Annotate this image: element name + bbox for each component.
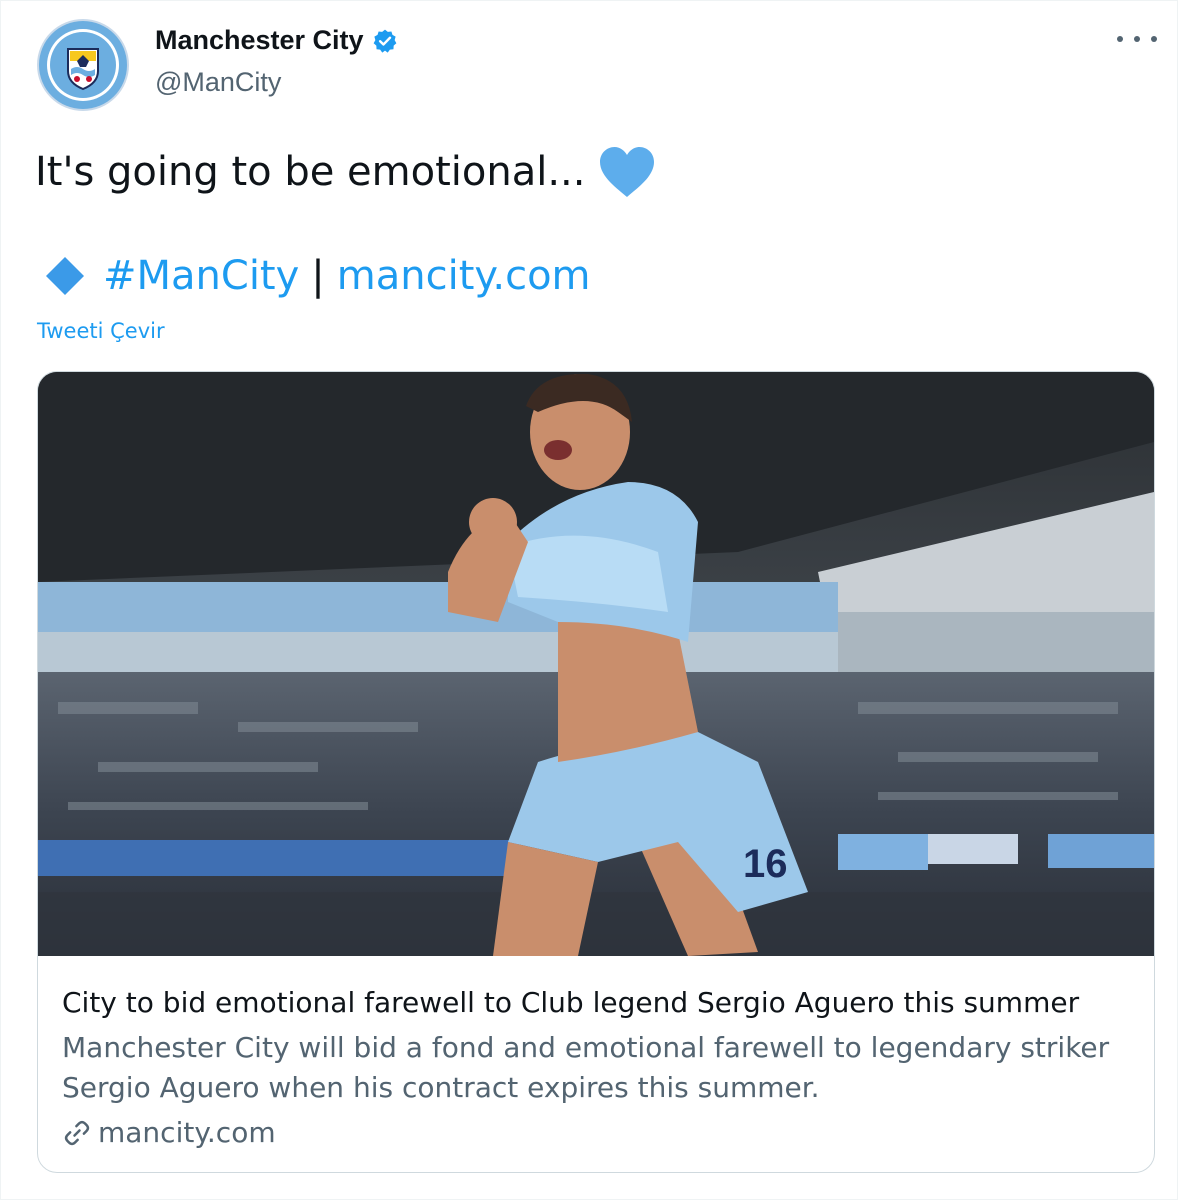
card-text-block[interactable]: City to bid emotional farewell to Club l… [62, 984, 1142, 1149]
author-name-row[interactable]: Manchester City [155, 25, 398, 56]
tweet-links-row: #ManCity | mancity.com [37, 253, 591, 299]
link-preview-card[interactable]: 16 City to bid emotional farewell to Clu… [37, 371, 1155, 1173]
card-title[interactable]: City to bid emotional farewell to Club l… [62, 984, 1142, 1022]
card-description[interactable]: Manchester City will bid a fond and emot… [62, 1028, 1142, 1108]
tweet-text-content: It's going to be emotional... [35, 149, 586, 195]
card-domain[interactable]: mancity.com [98, 1116, 276, 1149]
shirt-number: 16 [743, 842, 788, 886]
author-handle[interactable]: @ManCity [155, 67, 281, 98]
more-options-icon[interactable] [1117, 29, 1157, 49]
tweet-text: It's going to be emotional... [35, 145, 656, 199]
author-name[interactable]: Manchester City [155, 25, 364, 56]
avatar[interactable] [37, 19, 129, 111]
card-domain-row[interactable]: mancity.com [62, 1116, 1142, 1149]
card-photo[interactable]: 16 [38, 372, 1154, 956]
blue-diamond-icon [46, 257, 84, 295]
blue-heart-icon [599, 147, 654, 197]
club-crest-icon [39, 21, 127, 109]
hashtag-link[interactable]: #ManCity [103, 253, 299, 299]
separator: | [311, 253, 325, 299]
website-link[interactable]: mancity.com [337, 253, 591, 299]
tweet-container: Manchester City @ManCity It's going to b… [0, 0, 1178, 1200]
translate-tweet-link[interactable]: Tweeti Çevir [37, 319, 165, 343]
verified-badge-icon [373, 29, 396, 53]
link-icon [64, 1120, 90, 1145]
